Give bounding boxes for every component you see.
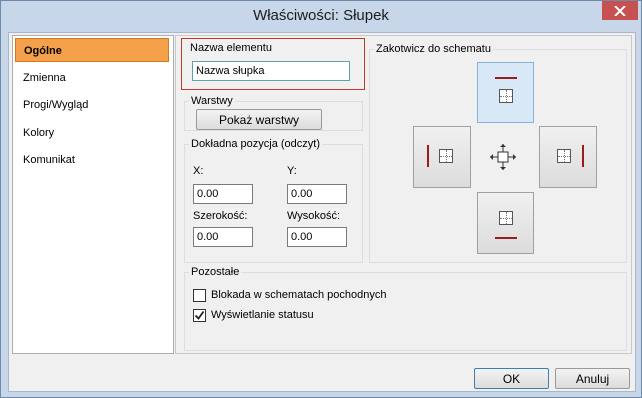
layers-legend: Warstwy xyxy=(191,95,233,107)
anchor-edge-top xyxy=(495,77,517,79)
checkmark-icon xyxy=(194,310,205,320)
anchor-legend: Zakotwicz do schematu xyxy=(376,43,491,55)
anchor-edge-left xyxy=(427,145,429,167)
position-legend: Dokładna pozycja (odczyt) xyxy=(191,138,321,150)
y-input[interactable]: 0.00 xyxy=(287,184,347,204)
show-layers-button[interactable]: Pokaż warstwy xyxy=(196,109,322,130)
window-title: Właściwości: Słupek xyxy=(253,7,389,24)
title-bar[interactable]: Właściwości: Słupek xyxy=(1,1,641,31)
element-name-input[interactable]: Nazwa słupka xyxy=(192,61,350,81)
height-label: Wysokość: xyxy=(287,210,341,222)
general-panel: Nazwa elementu Nazwa słupka Warstwy Poka… xyxy=(175,35,632,354)
ok-button[interactable]: OK xyxy=(474,368,549,389)
anchor-bottom-button[interactable] xyxy=(477,192,534,254)
lock-checkbox[interactable] xyxy=(193,289,206,302)
category-list: Ogólne Zmienna Progi/Wygląd Kolory Komun… xyxy=(12,35,174,354)
width-label: Szerokość: xyxy=(193,210,248,222)
other-legend: Pozostałe xyxy=(191,266,240,278)
frame-icon xyxy=(499,211,513,225)
frame-icon xyxy=(557,149,571,163)
close-button[interactable] xyxy=(602,1,638,20)
frame-icon xyxy=(499,89,513,103)
dialog-body: Ogólne Zmienna Progi/Wygląd Kolory Komun… xyxy=(8,32,636,392)
frame-icon xyxy=(439,149,453,163)
y-label: Y: xyxy=(287,165,297,177)
cancel-button[interactable]: Anuluj xyxy=(555,368,630,389)
sidebar-item-komunikat[interactable]: Komunikat xyxy=(15,148,169,172)
anchor-left-button[interactable] xyxy=(413,126,471,188)
width-input[interactable]: 0.00 xyxy=(193,227,253,247)
sidebar-item-progi-wyglad[interactable]: Progi/Wygląd xyxy=(15,93,169,117)
sidebar-item-zmienna[interactable]: Zmienna xyxy=(15,66,169,90)
x-input[interactable]: 0.00 xyxy=(193,184,253,204)
lock-label[interactable]: Blokada w schematach pochodnych xyxy=(211,289,387,301)
height-input[interactable]: 0.00 xyxy=(287,227,347,247)
status-label[interactable]: Wyświetlanie statusu xyxy=(211,309,314,321)
anchor-edge-bottom xyxy=(495,237,517,239)
sidebar-item-ogolne[interactable]: Ogólne xyxy=(15,38,169,62)
close-icon xyxy=(614,5,626,16)
sidebar-item-kolory[interactable]: Kolory xyxy=(15,121,169,145)
element-name-legend: Nazwa elementu xyxy=(190,42,272,54)
x-label: X: xyxy=(193,165,204,177)
move-arrows-icon xyxy=(490,144,516,170)
element-name-highlight: Nazwa elementu Nazwa słupka xyxy=(181,38,365,90)
properties-dialog: Właściwości: Słupek Ogólne Zmienna Progi… xyxy=(0,0,642,398)
anchor-edge-right xyxy=(582,145,584,167)
status-checkbox[interactable] xyxy=(193,309,206,322)
anchor-top-button[interactable] xyxy=(477,62,534,123)
anchor-right-button[interactable] xyxy=(539,126,597,188)
